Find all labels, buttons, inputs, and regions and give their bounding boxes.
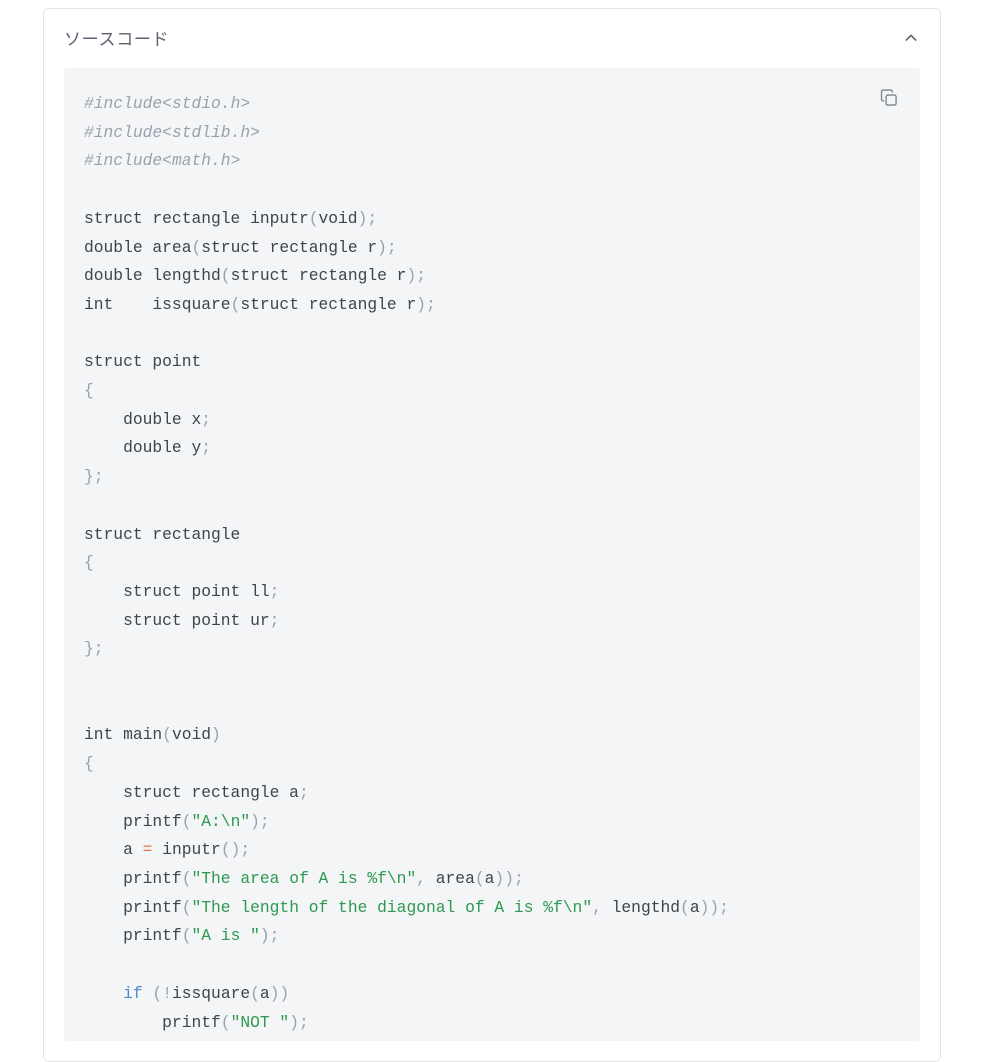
source-code: #include<stdio.h> #include<stdlib.h> #in…: [84, 90, 900, 1037]
card-title: ソースコード: [64, 25, 169, 50]
copy-icon: [879, 88, 899, 111]
code-block: #include<stdio.h> #include<stdlib.h> #in…: [64, 68, 920, 1041]
source-code-card: ソースコード #include<stdio.h> #include<stdlib…: [43, 8, 941, 1062]
chevron-up-icon[interactable]: [902, 29, 920, 47]
card-header[interactable]: ソースコード: [44, 9, 940, 68]
copy-button[interactable]: [876, 86, 902, 112]
